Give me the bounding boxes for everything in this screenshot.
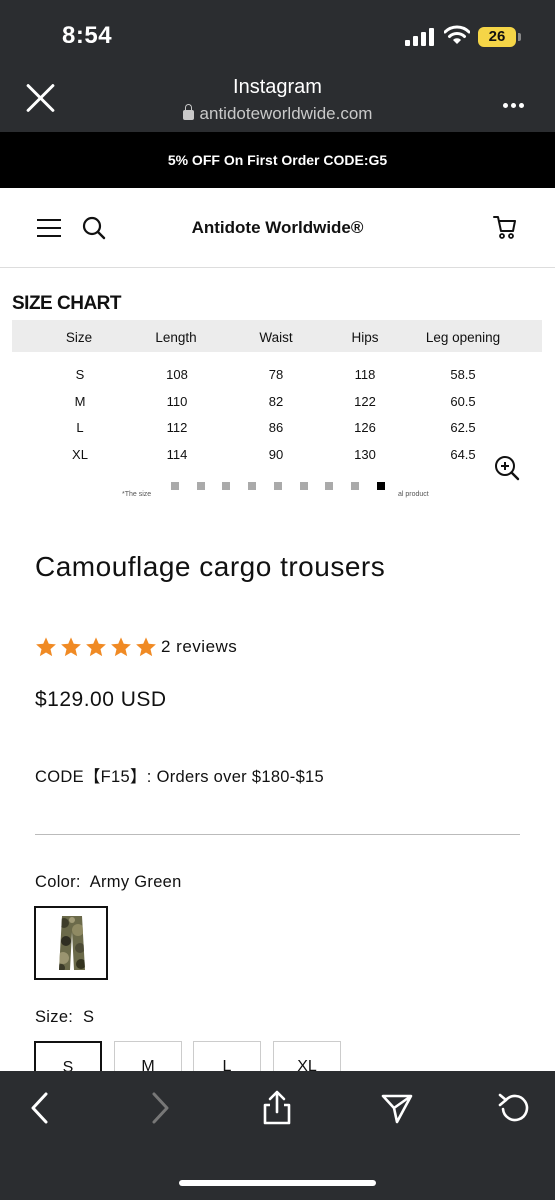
browser-header: 8:54 26 Instagram antidoteworldwide.com: [0, 0, 555, 132]
color-value: Army Green: [89, 873, 182, 891]
send-icon[interactable]: [380, 1090, 414, 1126]
browser-url[interactable]: antidoteworldwide.com: [0, 104, 555, 124]
carousel-dot[interactable]: [325, 482, 334, 490]
star-icon: [61, 637, 81, 657]
carousel-dot[interactable]: [222, 482, 231, 490]
star-icon: [36, 637, 56, 657]
reload-icon[interactable]: [497, 1090, 533, 1126]
size-chart-cell: L: [76, 420, 84, 435]
star-icon: [136, 637, 156, 657]
product-title: Camouflage cargo trousers: [35, 551, 386, 582]
carousel-dot[interactable]: [248, 482, 257, 490]
divider: [35, 834, 520, 835]
carousel-dot[interactable]: [196, 482, 205, 490]
reviews-link[interactable]: 2 reviews: [161, 637, 237, 657]
size-chart-cell: 58.5: [450, 367, 476, 382]
share-icon[interactable]: [260, 1090, 294, 1126]
size-chart-cell: XL: [72, 447, 88, 462]
color-option-label: Color: Army Green: [35, 873, 182, 892]
size-chart-note: al product: [398, 491, 429, 498]
size-option-label: Size: S: [35, 1008, 94, 1027]
carousel-dot[interactable]: [171, 482, 179, 490]
star-icon: [111, 637, 131, 657]
carousel-dot[interactable]: [299, 482, 308, 490]
size-chart-cell: 126: [354, 420, 376, 435]
cellular-signal-icon: [405, 28, 435, 46]
size-chart-cell: M: [74, 394, 86, 409]
home-indicator[interactable]: [179, 1180, 376, 1186]
promo-banner[interactable]: 5% OFF On First Order CODE:G5: [0, 132, 555, 188]
size-chart-header: Size: [65, 330, 93, 345]
brand-logo[interactable]: Antidote Worldwide®: [0, 218, 555, 238]
browser-title: Instagram: [233, 76, 322, 98]
size-chart-cell: 118: [354, 367, 376, 382]
size-chart-header: Length: [155, 330, 197, 345]
star-icon: [86, 637, 106, 657]
chevron-left-icon[interactable]: [28, 1090, 52, 1126]
chevron-right-icon[interactable]: [148, 1090, 172, 1126]
size-chart-cell: 112: [166, 420, 188, 435]
url-text: antidoteworldwide.com: [199, 104, 373, 123]
size-label: Size:: [35, 1008, 74, 1026]
discount-code-note: CODE【F15】: Orders over $180-$15: [35, 768, 324, 786]
battery-indicator: 26: [478, 27, 516, 47]
carousel-dot[interactable]: [350, 482, 359, 490]
product-price: $129.00 USD: [35, 688, 167, 711]
color-swatch-army-green[interactable]: [34, 906, 108, 980]
carousel-dot[interactable]: [273, 482, 282, 490]
wifi-icon: [444, 25, 470, 44]
size-chart-header: Hips: [351, 330, 379, 345]
size-chart-cell: 62.5: [450, 420, 476, 435]
battery-nub: [518, 33, 521, 41]
size-chart-cell: 114: [166, 447, 188, 462]
lock-icon: [182, 104, 194, 120]
size-chart-cell: S: [75, 367, 85, 382]
status-time: 8:54: [62, 22, 113, 49]
size-chart-note: *The size: [122, 491, 152, 498]
size-chart-cell: 130: [354, 447, 376, 462]
size-chart-cell: 110: [166, 394, 188, 409]
site-header: Antidote Worldwide®: [0, 188, 555, 268]
cart-icon[interactable]: [492, 214, 518, 240]
rating-stars[interactable]: [35, 636, 160, 663]
zoom-in-icon[interactable]: [494, 455, 520, 481]
color-label: Color:: [35, 873, 81, 891]
size-chart-cell: 122: [354, 394, 376, 409]
carousel-dot[interactable]: [376, 482, 385, 490]
size-chart-cell: 108: [166, 367, 188, 382]
size-value: S: [82, 1008, 95, 1026]
size-chart-title: SIZE CHART: [12, 293, 122, 314]
size-chart-header: Leg opening: [425, 330, 501, 345]
more-icon[interactable]: [503, 95, 527, 113]
size-chart-cell: 60.5: [450, 394, 476, 409]
camouflage-trousers-thumbnail: [59, 916, 85, 970]
